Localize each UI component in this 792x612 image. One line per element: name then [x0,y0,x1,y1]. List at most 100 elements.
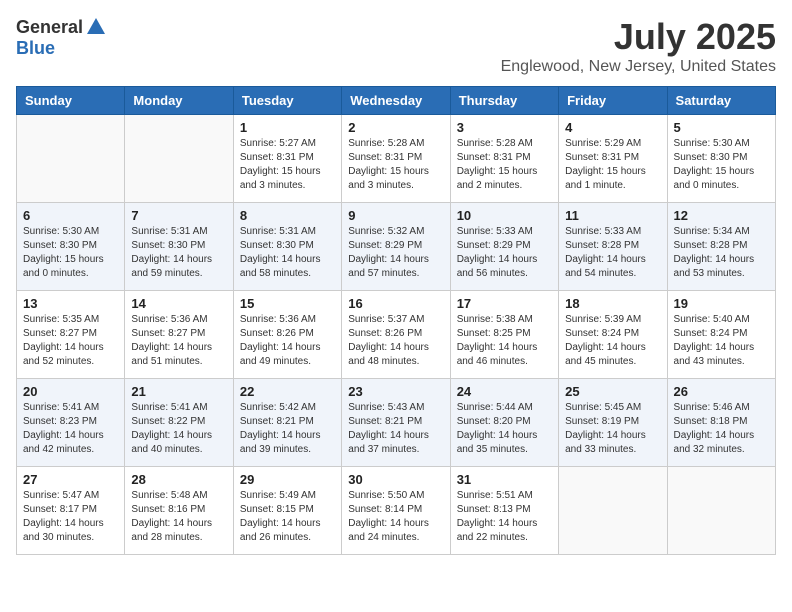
weekday-header-wednesday: Wednesday [342,87,450,115]
day-info: Sunrise: 5:39 AM Sunset: 8:24 PM Dayligh… [565,313,660,369]
day-number: 22 [240,384,335,399]
calendar-cell: 27Sunrise: 5:47 AM Sunset: 8:17 PM Dayli… [17,467,125,555]
day-info: Sunrise: 5:43 AM Sunset: 8:21 PM Dayligh… [348,401,443,457]
day-number: 3 [457,120,552,135]
month-title: July 2025 [501,16,776,58]
day-number: 26 [674,384,769,399]
calendar-cell: 25 Sunrise: 5:45 AM Sunset: 8:19 PM Dayli… [559,379,667,467]
calendar-cell: 2 Sunrise: 5:28 AM Sunset: 8:31 PM Daylig… [342,115,450,203]
calendar-week-row: 27Sunrise: 5:47 AM Sunset: 8:17 PM Dayli… [17,467,776,555]
day-info: Sunrise: 5:48 AM Sunset: 8:16 PM Dayligh… [131,489,226,545]
day-number: 19 [674,296,769,311]
calendar-cell: 30Sunrise: 5:50 AM Sunset: 8:14 PM Dayli… [342,467,450,555]
calendar-cell: 12 Sunrise: 5:34 AM Sunset: 8:28 PM Dayli… [667,203,775,291]
calendar-cell: 8 Sunrise: 5:31 AM Sunset: 8:30 PM Daylig… [233,203,341,291]
logo-general: General [16,17,83,38]
weekday-header-monday: Monday [125,87,233,115]
day-info: Sunrise: 5:33 AM Sunset: 8:28 PM Dayligh… [565,225,660,281]
calendar-cell: 14 Sunrise: 5:36 AM Sunset: 8:27 PM Dayli… [125,291,233,379]
day-info: Sunrise: 5:42 AM Sunset: 8:21 PM Dayligh… [240,401,335,457]
day-number: 6 [23,208,118,223]
day-info: Sunrise: 5:31 AM Sunset: 8:30 PM Dayligh… [131,225,226,281]
day-number: 8 [240,208,335,223]
calendar-table: SundayMondayTuesdayWednesdayThursdayFrid… [16,86,776,555]
calendar-cell: 22 Sunrise: 5:42 AM Sunset: 8:21 PM Dayli… [233,379,341,467]
day-info: Sunrise: 5:38 AM Sunset: 8:25 PM Dayligh… [457,313,552,369]
calendar-week-row: 20Sunrise: 5:41 AM Sunset: 8:23 PM Dayli… [17,379,776,467]
day-number: 25 [565,384,660,399]
day-info: Sunrise: 5:29 AM Sunset: 8:31 PM Dayligh… [565,137,660,193]
location-title: Englewood, New Jersey, United States [501,58,776,76]
calendar-cell: 11 Sunrise: 5:33 AM Sunset: 8:28 PM Dayli… [559,203,667,291]
day-number: 31 [457,472,552,487]
calendar-cell [559,467,667,555]
calendar-cell: 17 Sunrise: 5:38 AM Sunset: 8:25 PM Dayli… [450,291,558,379]
calendar-cell: 1 Sunrise: 5:27 AM Sunset: 8:31 PM Daylig… [233,115,341,203]
day-info: Sunrise: 5:33 AM Sunset: 8:29 PM Dayligh… [457,225,552,281]
day-number: 30 [348,472,443,487]
day-number: 5 [674,120,769,135]
day-info: Sunrise: 5:41 AM Sunset: 8:22 PM Dayligh… [131,401,226,457]
day-info: Sunrise: 5:51 AM Sunset: 8:13 PM Dayligh… [457,489,552,545]
calendar-cell: 5 Sunrise: 5:30 AM Sunset: 8:30 PM Daylig… [667,115,775,203]
day-info: Sunrise: 5:32 AM Sunset: 8:29 PM Dayligh… [348,225,443,281]
day-number: 12 [674,208,769,223]
day-number: 10 [457,208,552,223]
calendar-cell: 7 Sunrise: 5:31 AM Sunset: 8:30 PM Daylig… [125,203,233,291]
day-number: 15 [240,296,335,311]
calendar-cell: 16Sunrise: 5:37 AM Sunset: 8:26 PM Dayli… [342,291,450,379]
calendar-cell: 9 Sunrise: 5:32 AM Sunset: 8:29 PM Daylig… [342,203,450,291]
calendar-cell: 24Sunrise: 5:44 AM Sunset: 8:20 PM Dayli… [450,379,558,467]
day-number: 24 [457,384,552,399]
title-block: July 2025 Englewood, New Jersey, United … [501,16,776,76]
logo: General Blue [16,16,107,59]
page-header: General Blue July 2025 Englewood, New Je… [16,16,776,76]
day-number: 14 [131,296,226,311]
calendar-cell: 29Sunrise: 5:49 AM Sunset: 8:15 PM Dayli… [233,467,341,555]
day-number: 27 [23,472,118,487]
day-number: 1 [240,120,335,135]
calendar-cell: 15 Sunrise: 5:36 AM Sunset: 8:26 PM Dayli… [233,291,341,379]
calendar-cell: 6 Sunrise: 5:30 AM Sunset: 8:30 PM Daylig… [17,203,125,291]
day-info: Sunrise: 5:37 AM Sunset: 8:26 PM Dayligh… [348,313,443,369]
weekday-header-saturday: Saturday [667,87,775,115]
day-number: 9 [348,208,443,223]
day-number: 2 [348,120,443,135]
calendar-cell: 23 Sunrise: 5:43 AM Sunset: 8:21 PM Dayli… [342,379,450,467]
day-info: Sunrise: 5:27 AM Sunset: 8:31 PM Dayligh… [240,137,335,193]
weekday-header-sunday: Sunday [17,87,125,115]
weekday-header-friday: Friday [559,87,667,115]
calendar-cell: 13Sunrise: 5:35 AM Sunset: 8:27 PM Dayli… [17,291,125,379]
day-number: 4 [565,120,660,135]
day-info: Sunrise: 5:34 AM Sunset: 8:28 PM Dayligh… [674,225,769,281]
day-info: Sunrise: 5:49 AM Sunset: 8:15 PM Dayligh… [240,489,335,545]
calendar-cell: 20Sunrise: 5:41 AM Sunset: 8:23 PM Dayli… [17,379,125,467]
day-number: 18 [565,296,660,311]
calendar-cell: 3 Sunrise: 5:28 AM Sunset: 8:31 PM Daylig… [450,115,558,203]
day-info: Sunrise: 5:28 AM Sunset: 8:31 PM Dayligh… [348,137,443,193]
day-info: Sunrise: 5:36 AM Sunset: 8:27 PM Dayligh… [131,313,226,369]
calendar-cell: 19 Sunrise: 5:40 AM Sunset: 8:24 PM Dayli… [667,291,775,379]
day-info: Sunrise: 5:45 AM Sunset: 8:19 PM Dayligh… [565,401,660,457]
day-info: Sunrise: 5:40 AM Sunset: 8:24 PM Dayligh… [674,313,769,369]
day-info: Sunrise: 5:30 AM Sunset: 8:30 PM Dayligh… [674,137,769,193]
day-number: 11 [565,208,660,223]
day-number: 17 [457,296,552,311]
day-number: 13 [23,296,118,311]
day-info: Sunrise: 5:36 AM Sunset: 8:26 PM Dayligh… [240,313,335,369]
calendar-week-row: 1 Sunrise: 5:27 AM Sunset: 8:31 PM Daylig… [17,115,776,203]
calendar-cell: 10 Sunrise: 5:33 AM Sunset: 8:29 PM Dayli… [450,203,558,291]
logo-blue: Blue [16,38,55,59]
day-number: 7 [131,208,226,223]
logo-icon [85,16,107,38]
day-number: 21 [131,384,226,399]
calendar-cell: 31 Sunrise: 5:51 AM Sunset: 8:13 PM Dayli… [450,467,558,555]
day-info: Sunrise: 5:30 AM Sunset: 8:30 PM Dayligh… [23,225,118,281]
day-info: Sunrise: 5:41 AM Sunset: 8:23 PM Dayligh… [23,401,118,457]
day-info: Sunrise: 5:28 AM Sunset: 8:31 PM Dayligh… [457,137,552,193]
day-number: 23 [348,384,443,399]
day-number: 28 [131,472,226,487]
calendar-cell: 4 Sunrise: 5:29 AM Sunset: 8:31 PM Daylig… [559,115,667,203]
day-info: Sunrise: 5:31 AM Sunset: 8:30 PM Dayligh… [240,225,335,281]
weekday-header-thursday: Thursday [450,87,558,115]
